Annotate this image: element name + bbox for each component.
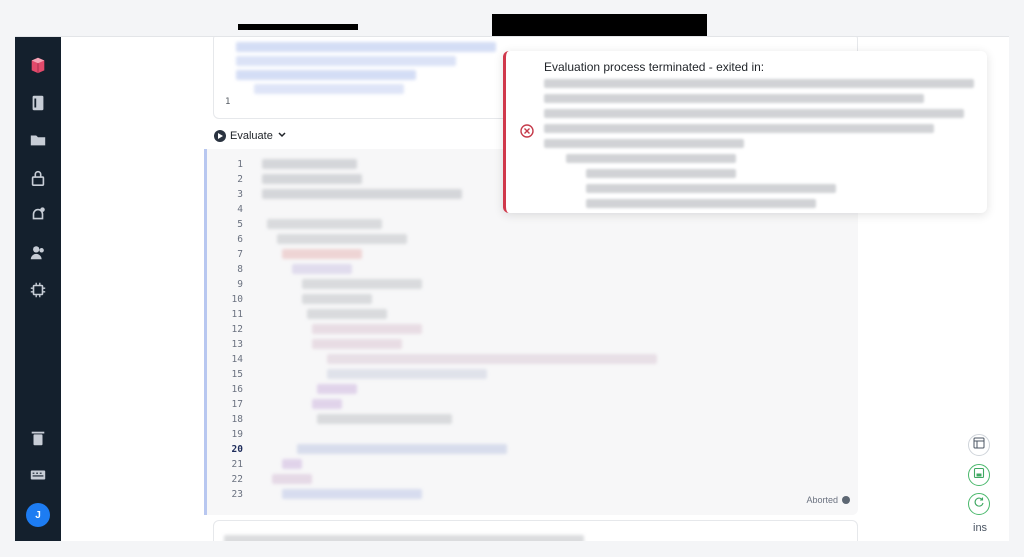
line-number: 16 bbox=[231, 384, 243, 395]
refresh-button[interactable] bbox=[968, 493, 990, 515]
line-number: 17 bbox=[231, 399, 243, 410]
status-text: Aborted bbox=[806, 495, 838, 505]
line-number: 1 bbox=[237, 159, 243, 170]
next-cell[interactable] bbox=[213, 520, 858, 541]
bell-icon[interactable] bbox=[28, 205, 48, 225]
mode-indicator: ins bbox=[973, 522, 988, 534]
layout-button[interactable] bbox=[968, 434, 990, 456]
chip-icon[interactable] bbox=[28, 280, 48, 300]
layout-icon bbox=[973, 436, 985, 454]
app-window: J 1 Evaluate 1 2 3 4 5 6 7 8 9 10 11 12 13 14 15 16 17 18… bbox=[15, 36, 1009, 541]
line-number: 14 bbox=[231, 354, 243, 365]
line-number: 15 bbox=[231, 369, 243, 380]
trash-icon[interactable] bbox=[28, 428, 48, 448]
redacted-header-bar bbox=[492, 14, 707, 36]
status-dot-icon bbox=[842, 496, 850, 504]
error-toast[interactable]: Evaluation process terminated - exited i… bbox=[503, 51, 987, 213]
users-icon[interactable] bbox=[28, 243, 48, 263]
user-avatar[interactable]: J bbox=[26, 503, 50, 527]
line-number: 21 bbox=[231, 459, 243, 470]
save-button[interactable] bbox=[968, 464, 990, 486]
line-number: 4 bbox=[237, 204, 243, 215]
line-number: 3 bbox=[237, 189, 243, 200]
line-number: 1 bbox=[225, 97, 231, 107]
line-number: 20 bbox=[231, 444, 243, 455]
toast-title: Evaluation process terminated - exited i… bbox=[544, 60, 765, 74]
line-number: 5 bbox=[237, 219, 243, 230]
redacted-header-bar bbox=[238, 24, 358, 30]
sidebar: J bbox=[15, 37, 61, 541]
line-number: 13 bbox=[231, 339, 243, 350]
line-number: 11 bbox=[231, 309, 243, 320]
notebook-icon[interactable] bbox=[28, 93, 48, 113]
line-number: 2 bbox=[237, 174, 243, 185]
line-number: 23 bbox=[231, 489, 243, 500]
line-number: 19 bbox=[231, 429, 243, 440]
play-icon bbox=[214, 130, 226, 142]
line-number: 18 bbox=[231, 414, 243, 425]
line-gutter: 1 2 3 4 5 6 7 8 9 10 11 12 13 14 15 16 17 18 19 20 21 22 23 bbox=[217, 157, 243, 502]
save-icon bbox=[973, 466, 985, 484]
line-number: 7 bbox=[237, 249, 243, 260]
line-number: 6 bbox=[237, 234, 243, 245]
error-circle-x-icon bbox=[520, 124, 534, 138]
line-number: 9 bbox=[237, 279, 243, 290]
cell-status: Aborted bbox=[806, 495, 850, 505]
chevron-down-icon[interactable] bbox=[277, 130, 287, 143]
lock-icon[interactable] bbox=[28, 168, 48, 188]
refresh-icon bbox=[973, 495, 985, 513]
evaluate-label: Evaluate bbox=[230, 130, 273, 142]
line-number: 8 bbox=[237, 264, 243, 275]
line-number: 10 bbox=[231, 294, 243, 305]
line-number: 12 bbox=[231, 324, 243, 335]
evaluate-button[interactable]: Evaluate bbox=[214, 128, 287, 144]
keyboard-icon[interactable] bbox=[28, 465, 48, 485]
line-number: 22 bbox=[231, 474, 243, 485]
logo-icon[interactable] bbox=[28, 55, 48, 75]
folder-icon[interactable] bbox=[28, 130, 48, 150]
